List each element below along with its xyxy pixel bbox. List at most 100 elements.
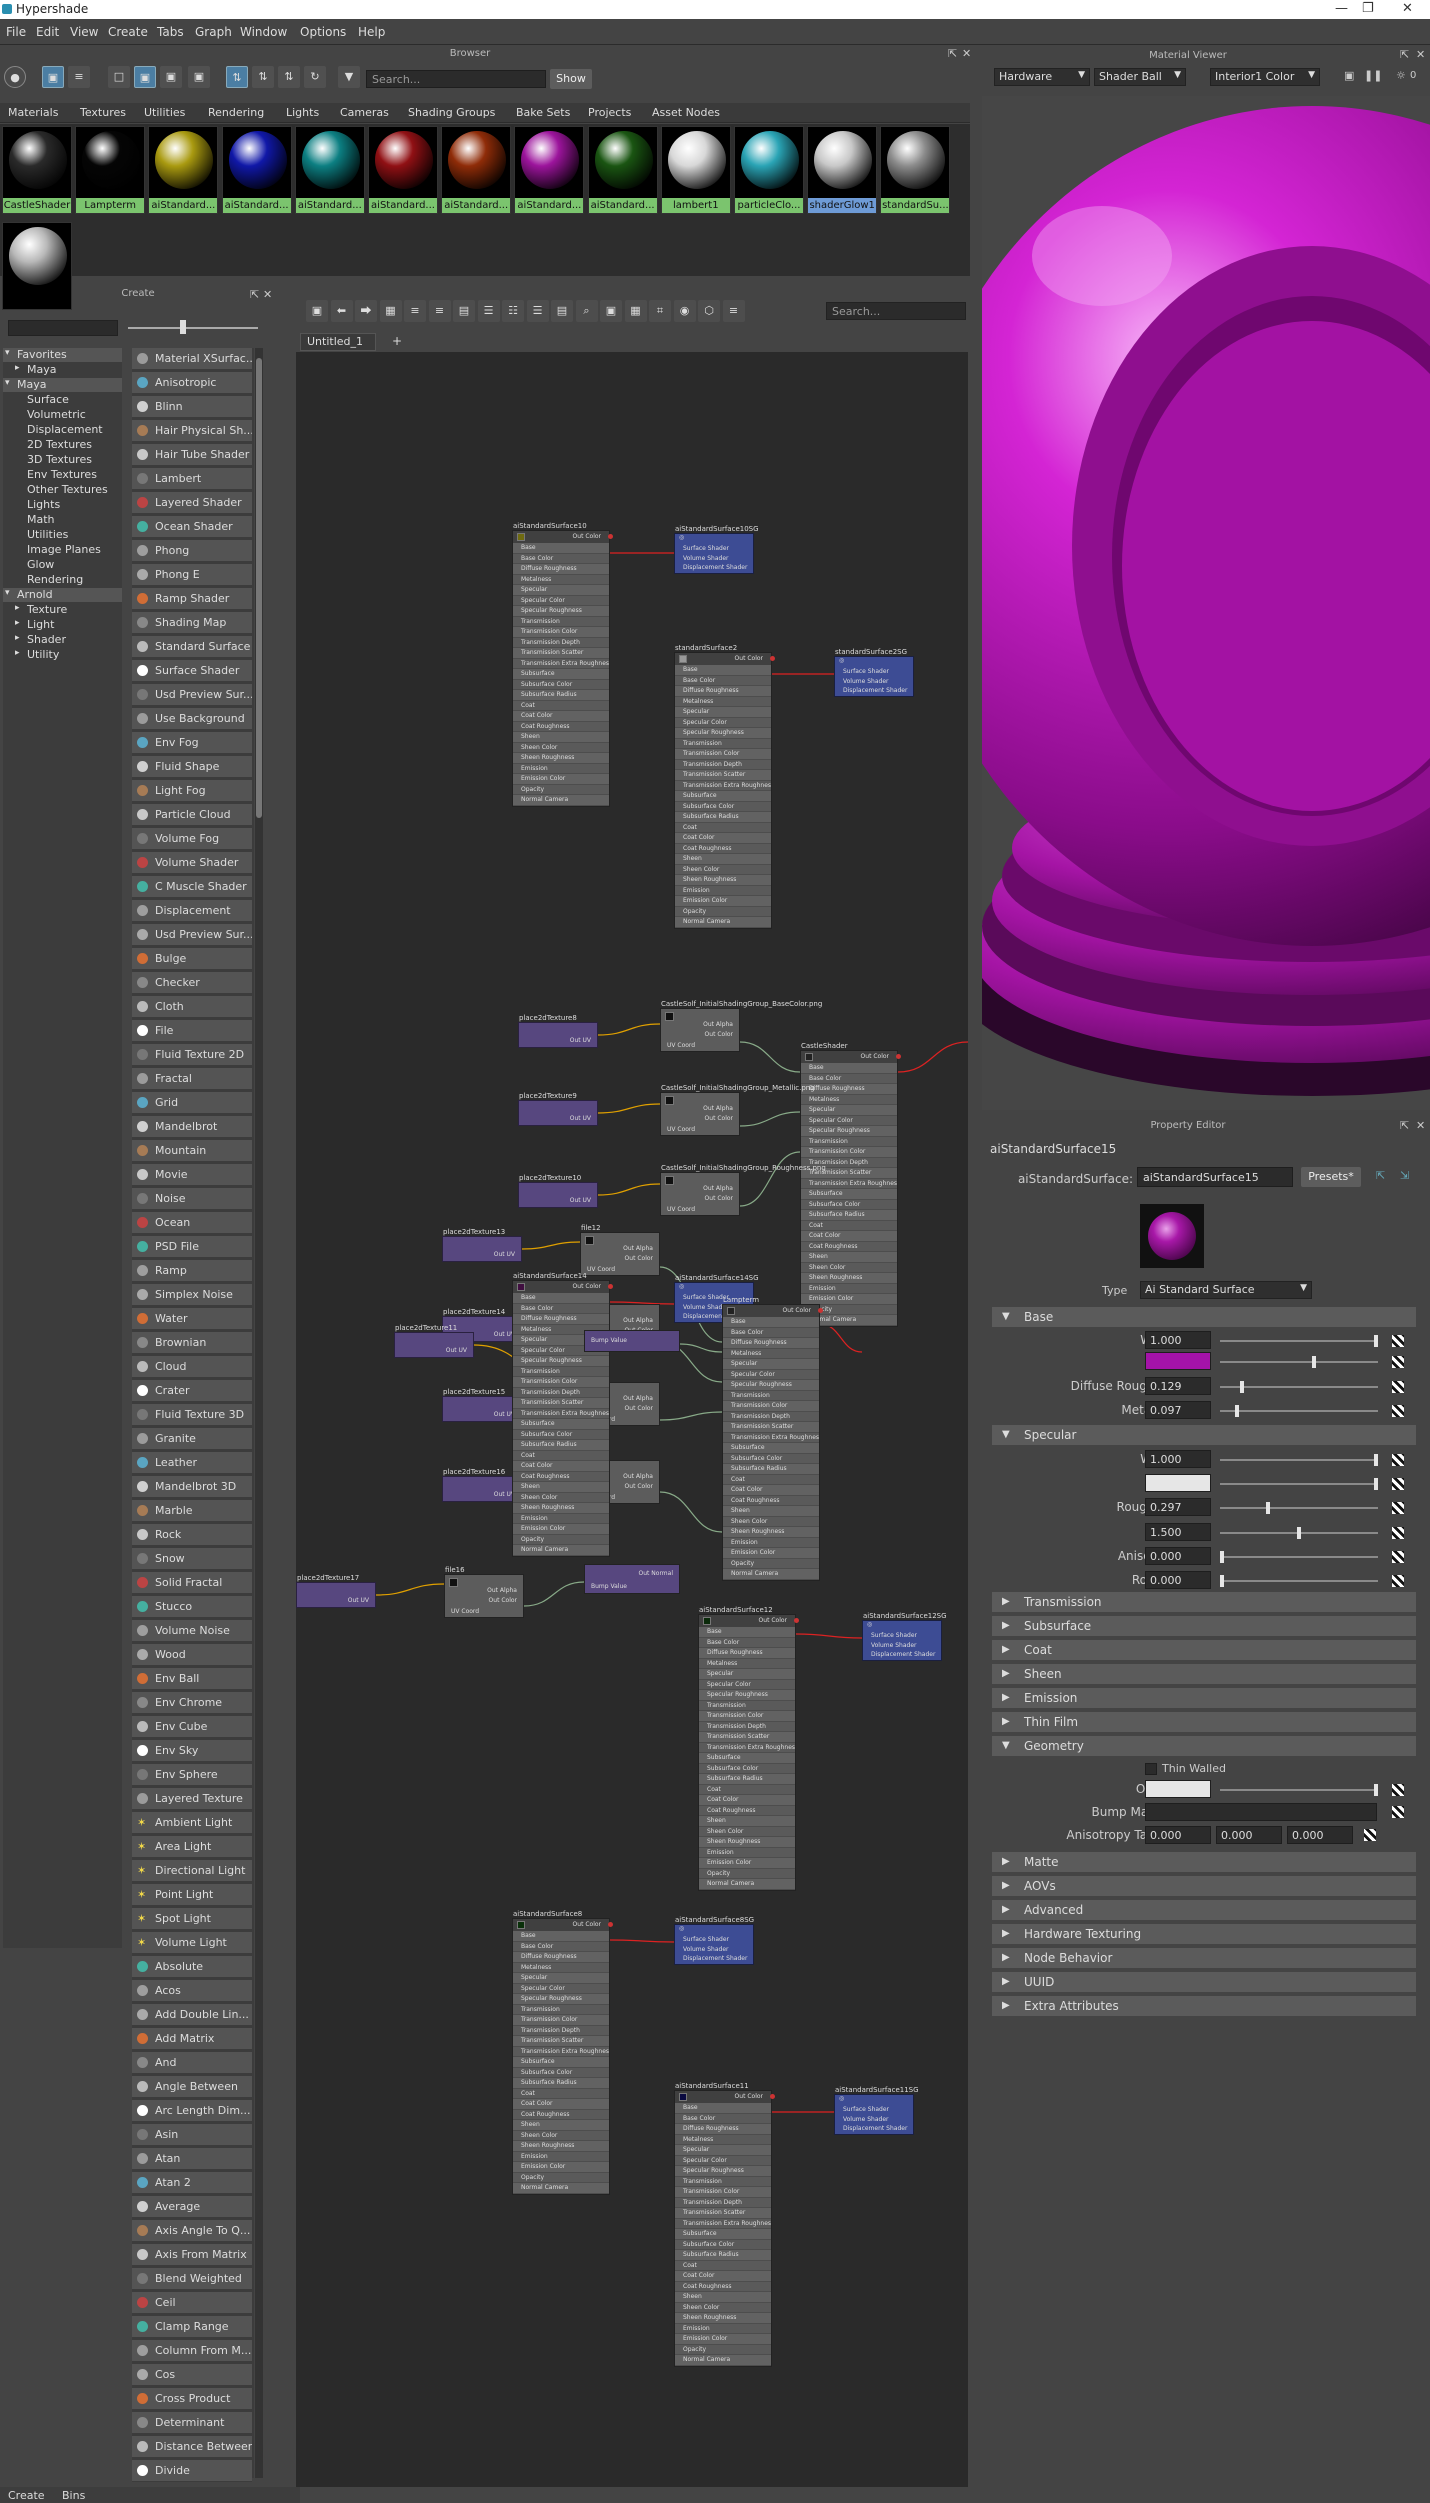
exposure-icon[interactable]: ☼ xyxy=(1396,69,1406,82)
create-node-item[interactable]: Asin xyxy=(132,2124,252,2146)
create-node-item[interactable]: Leather xyxy=(132,1452,252,1474)
attribute-slider[interactable] xyxy=(1220,1789,1378,1791)
create-node-item[interactable]: Light Fog xyxy=(132,780,252,802)
show-button[interactable]: Show xyxy=(550,69,592,89)
attribute-slider[interactable] xyxy=(1220,1483,1378,1485)
maximize-icon[interactable]: ❐ xyxy=(1362,1,1374,16)
create-node-item[interactable]: Blend Weighted xyxy=(132,2268,252,2290)
collapsed-section[interactable]: ▶ UUID xyxy=(992,1972,1416,1992)
create-node-item[interactable]: ✶ Volume Light xyxy=(132,1932,252,1954)
node-graph-canvas[interactable]: aiStandardSurface10 Out Color Base Base Col… xyxy=(296,352,968,2487)
tab-textures[interactable]: Textures xyxy=(80,106,126,119)
tree-item[interactable]: Math xyxy=(3,513,122,527)
tree-item[interactable]: Image Planes xyxy=(3,543,122,557)
output-port[interactable] xyxy=(896,1054,901,1059)
material-swatch[interactable]: CastleShader xyxy=(2,126,72,214)
create-search-input[interactable] xyxy=(8,320,118,336)
shading-group-node[interactable]: aiStandardSurface10SG ◎ Surface Shader Volu… xyxy=(674,525,759,574)
shader-node[interactable]: aiStandardSurface8 Out Color Base Base Colo… xyxy=(512,1910,613,2195)
material-swatch[interactable]: Lampterm xyxy=(75,126,146,214)
create-node-item[interactable]: Volume Fog xyxy=(132,828,252,850)
create-node-item[interactable]: Checker xyxy=(132,972,252,994)
create-node-item[interactable]: Standard Surface xyxy=(132,636,252,658)
slider-knob[interactable] xyxy=(1266,1502,1270,1514)
slider-knob[interactable] xyxy=(1374,1335,1378,1347)
create-node-item[interactable]: Bulge xyxy=(132,948,252,970)
sort-reverse-icon[interactable]: ↻ xyxy=(304,66,326,88)
tab-shading-groups[interactable]: Shading Groups xyxy=(408,106,495,119)
create-scrollbar-thumb[interactable] xyxy=(256,358,262,818)
create-node-item[interactable]: Axis From Matrix xyxy=(132,2244,252,2266)
shader-node[interactable]: standardSurface2 Out Color Base Base Color D… xyxy=(674,644,775,929)
create-node-item[interactable]: ✶ Point Light xyxy=(132,1884,252,1906)
create-node-item[interactable]: Snow xyxy=(132,1548,252,1570)
create-node-item[interactable]: Rock xyxy=(132,1524,252,1546)
create-node-item[interactable]: Env Sky xyxy=(132,1740,252,1762)
tree-expand-icon[interactable]: ▾ xyxy=(5,588,10,598)
create-node-item[interactable]: Env Fog xyxy=(132,732,252,754)
input-connections-icon[interactable]: ⬅ xyxy=(330,300,353,322)
create-node-item[interactable]: Simplex Noise xyxy=(132,1284,252,1306)
create-node-item[interactable]: Layered Texture xyxy=(132,1788,252,1810)
snap-grid-icon[interactable]: ⌗ xyxy=(649,300,671,322)
type-dropdown[interactable]: Ai Standard Surface ▼ xyxy=(1140,1281,1312,1299)
menu-view[interactable]: View xyxy=(70,25,98,39)
tab-projects[interactable]: Projects xyxy=(588,106,631,119)
create-node-item[interactable]: Volume Noise xyxy=(132,1620,252,1642)
xl-icons-icon[interactable]: ▣ xyxy=(188,66,210,88)
output-port[interactable] xyxy=(608,534,613,539)
map-button-icon[interactable] xyxy=(1392,1806,1404,1818)
collapsed-section[interactable]: ▶ Hardware Texturing xyxy=(992,1924,1416,1944)
rotation-field[interactable]: 0.000 xyxy=(1145,1571,1211,1589)
tree-item[interactable]: ▸ Texture xyxy=(3,603,122,617)
create-node-item[interactable]: Arc Length Dim... xyxy=(132,2100,252,2122)
create-node-item[interactable]: Marble xyxy=(132,1500,252,1522)
create-node-item[interactable]: Ocean Shader xyxy=(132,516,252,538)
thin-walled-checkbox[interactable] xyxy=(1145,1763,1157,1775)
map-button-icon[interactable] xyxy=(1392,1527,1404,1539)
map-button-icon[interactable] xyxy=(1392,1405,1404,1417)
output-port[interactable] xyxy=(818,1308,823,1313)
tab-cameras[interactable]: Cameras xyxy=(340,106,389,119)
create-node-item[interactable]: ✶ Spot Light xyxy=(132,1908,252,1930)
slider-knob[interactable] xyxy=(1374,1784,1378,1796)
tab-bake-sets[interactable]: Bake Sets xyxy=(516,106,570,119)
close-panel-icon[interactable]: ✕ xyxy=(962,47,971,60)
output-port[interactable] xyxy=(770,656,775,661)
map-button-icon[interactable] xyxy=(1392,1784,1404,1796)
small-icons-icon[interactable]: □ xyxy=(108,66,130,88)
create-node-item[interactable]: Fractal xyxy=(132,1068,252,1090)
slider-knob[interactable] xyxy=(1374,1478,1378,1490)
arrange-icon[interactable]: ≡ xyxy=(428,300,451,322)
create-node-item[interactable]: Clamp Range xyxy=(132,2316,252,2338)
file-node[interactable]: CastleSolf_InitialShadingGroup_Roughness… xyxy=(660,1164,826,1216)
float-panel-icon[interactable]: ⇱ xyxy=(250,288,259,301)
collapsed-section[interactable]: ▶ AOVs xyxy=(992,1876,1416,1896)
create-node-item[interactable]: Fluid Texture 3D xyxy=(132,1404,252,1426)
property-editor-node-tab[interactable]: aiStandardSurface15 xyxy=(990,1142,1116,1158)
tree-item[interactable]: 2D Textures xyxy=(3,438,122,452)
output-connections-icon[interactable]: ⮕ xyxy=(355,300,377,322)
slider-knob[interactable] xyxy=(1220,1575,1224,1587)
toggle-icon[interactable]: ◉ xyxy=(673,300,696,322)
map-button-icon[interactable] xyxy=(1392,1454,1404,1466)
slider-knob[interactable] xyxy=(1297,1527,1301,1539)
create-node-item[interactable]: Hair Tube Shader xyxy=(132,444,252,466)
graph-icon[interactable]: ▦ xyxy=(624,300,647,322)
tree-item[interactable]: ▸ Utility xyxy=(3,648,122,662)
node-name-field[interactable]: aiStandardSurface15 xyxy=(1137,1167,1293,1187)
attribute-slider[interactable] xyxy=(1220,1507,1378,1509)
tree-expand-icon[interactable]: ▸ xyxy=(15,363,20,373)
create-node-item[interactable]: Average xyxy=(132,2196,252,2218)
create-node-item[interactable]: Column From M... xyxy=(132,2340,252,2362)
specular-weight-field[interactable]: 1.000 xyxy=(1145,1450,1211,1468)
create-node-item[interactable]: Env Ball xyxy=(132,1668,252,1690)
shading-group-node[interactable]: aiStandardSurface12SG ◎ Surface Shader Volu… xyxy=(862,1612,947,1661)
create-node-item[interactable]: Use Background xyxy=(132,708,252,730)
create-node-item[interactable]: Mandelbrot 3D xyxy=(132,1476,252,1498)
tab-lights[interactable]: Lights xyxy=(286,106,319,119)
place2d-node[interactable]: place2dTexture13 Out UV xyxy=(442,1228,522,1262)
menu-edit[interactable]: Edit xyxy=(36,25,59,39)
file-node[interactable]: file16 Out Alpha Out Color UV Coord xyxy=(444,1566,524,1618)
create-node-item[interactable]: Phong xyxy=(132,540,252,562)
